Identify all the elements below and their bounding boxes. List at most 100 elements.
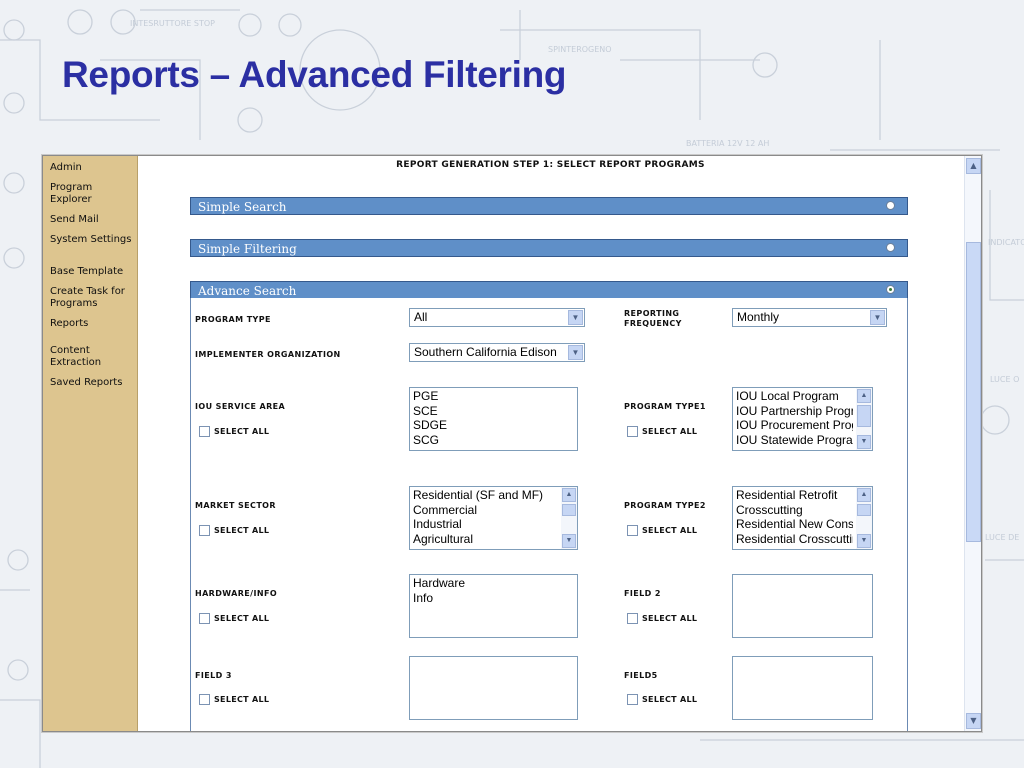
market-sector-label: MARKET SECTOR <box>195 501 276 510</box>
program-type1-label: PROGRAM TYPE1 <box>624 402 706 411</box>
program-type2-listbox[interactable]: Residential Retrofit Crosscutting Reside… <box>732 486 873 550</box>
list-item[interactable]: IOU Statewide Progra <box>736 433 853 448</box>
section-label: Advance Search <box>198 284 297 298</box>
arrow-down-icon[interactable]: ▼ <box>857 534 871 548</box>
list-item[interactable]: Industrial <box>413 517 558 532</box>
arrow-down-icon[interactable]: ▼ <box>857 435 871 449</box>
reporting-frequency-select[interactable]: Monthly ▼ <box>732 308 887 327</box>
list-item[interactable]: Hardware <box>413 576 574 591</box>
sidebar-item-admin[interactable]: Admin <box>50 162 136 174</box>
implementer-organization-label: IMPLEMENTER ORGANIZATION <box>195 350 341 359</box>
svg-text:INDICATO: INDICATO <box>988 238 1024 247</box>
select-all-label: SELECT ALL <box>642 695 698 704</box>
arrow-down-icon[interactable]: ▼ <box>966 713 981 729</box>
hardware-info-label: HARDWARE/INFO <box>195 589 278 598</box>
page-scrollbar[interactable]: ▲ ▼ <box>964 156 981 731</box>
field2-select-all[interactable]: SELECT ALL <box>627 613 697 624</box>
scroll-thumb[interactable] <box>857 504 871 516</box>
chevron-down-icon[interactable]: ▼ <box>568 345 583 360</box>
hardware-info-listbox[interactable]: Hardware Info <box>409 574 578 638</box>
checkbox[interactable] <box>199 613 210 624</box>
sidebar-item-system-settings[interactable]: System Settings <box>50 234 136 246</box>
sidebar-item-send-mail[interactable]: Send Mail <box>50 214 136 226</box>
field2-label: FIELD 2 <box>624 589 661 598</box>
svg-text:INTESRUTTORE STOP: INTESRUTTORE STOP <box>130 19 215 28</box>
arrow-up-icon[interactable]: ▲ <box>562 488 576 502</box>
scroll-thumb[interactable] <box>857 405 871 427</box>
select-all-label: SELECT ALL <box>214 614 270 623</box>
list-item[interactable]: SCG <box>413 433 574 448</box>
slide-title: Reports – Advanced Filtering <box>62 54 567 95</box>
field5-listbox[interactable] <box>732 656 873 720</box>
select-all-label: SELECT ALL <box>642 614 698 623</box>
list-item[interactable]: Residential New Cons <box>736 517 853 532</box>
field3-listbox[interactable] <box>409 656 578 720</box>
list-item[interactable]: Crosscutting <box>736 503 853 518</box>
iou-service-area-select-all[interactable]: SELECT ALL <box>199 426 269 437</box>
svg-text:SPINTEROGENO: SPINTEROGENO <box>548 45 612 54</box>
section-advance-search[interactable]: Advance Search <box>190 281 908 299</box>
section-simple-search[interactable]: Simple Search <box>190 197 908 215</box>
arrow-up-icon[interactable]: ▲ <box>857 389 871 403</box>
section-label: Simple Filtering <box>198 242 297 256</box>
checkbox[interactable] <box>627 613 638 624</box>
list-item[interactable]: Residential (SF and MF) <box>413 488 558 503</box>
program-type1-select-all[interactable]: SELECT ALL <box>627 426 697 437</box>
field2-listbox[interactable] <box>732 574 873 638</box>
sidebar-item-reports[interactable]: Reports <box>50 318 136 330</box>
arrow-up-icon[interactable]: ▲ <box>966 158 981 174</box>
sidebar-item-base-template[interactable]: Base Template <box>50 266 136 278</box>
simple-filtering-radio[interactable] <box>886 243 895 252</box>
listbox-scrollbar[interactable]: ▲ ▼ <box>561 487 577 549</box>
chevron-down-icon[interactable]: ▼ <box>870 310 885 325</box>
field3-select-all[interactable]: SELECT ALL <box>199 694 269 705</box>
arrow-up-icon[interactable]: ▲ <box>857 488 871 502</box>
market-sector-select-all[interactable]: SELECT ALL <box>199 525 269 536</box>
list-item[interactable]: Agricultural <box>413 532 558 547</box>
sidebar-item-create-task[interactable]: Create Task for Programs <box>50 286 136 310</box>
list-item[interactable]: IOU Partnership Progr <box>736 404 853 419</box>
market-sector-listbox[interactable]: Residential (SF and MF) Commercial Indus… <box>409 486 578 550</box>
checkbox[interactable] <box>199 525 210 536</box>
scroll-thumb[interactable] <box>562 504 576 516</box>
field5-label: FIELD5 <box>624 671 658 680</box>
hardware-info-select-all[interactable]: SELECT ALL <box>199 613 269 624</box>
select-all-label: SELECT ALL <box>642 526 698 535</box>
program-type-select[interactable]: All ▼ <box>409 308 585 327</box>
program-type-label: PROGRAM TYPE <box>195 315 271 324</box>
scroll-thumb[interactable] <box>966 242 981 542</box>
list-item[interactable]: Residential Crosscuttin <box>736 532 853 547</box>
program-type1-listbox[interactable]: IOU Local Program IOU Partnership Progr … <box>732 387 873 451</box>
sidebar-nav: Admin Program Explorer Send Mail System … <box>43 156 138 731</box>
list-item[interactable]: SCE <box>413 404 574 419</box>
implementer-organization-select[interactable]: Southern California Edison ▼ <box>409 343 585 362</box>
listbox-scrollbar[interactable]: ▲ ▼ <box>856 388 872 450</box>
field5-select-all[interactable]: SELECT ALL <box>627 694 697 705</box>
sidebar-item-program-explorer[interactable]: Program Explorer <box>50 182 136 206</box>
checkbox[interactable] <box>627 694 638 705</box>
section-simple-filtering[interactable]: Simple Filtering <box>190 239 908 257</box>
list-item[interactable]: Info <box>413 591 574 606</box>
checkbox[interactable] <box>199 694 210 705</box>
simple-search-radio[interactable] <box>886 201 895 210</box>
program-type2-select-all[interactable]: SELECT ALL <box>627 525 697 536</box>
list-item[interactable]: Commercial <box>413 503 558 518</box>
list-item[interactable]: SDGE <box>413 418 574 433</box>
arrow-down-icon[interactable]: ▼ <box>562 534 576 548</box>
list-item[interactable]: PGE <box>413 389 574 404</box>
list-item[interactable]: IOU Procurement Prog <box>736 418 853 433</box>
list-item[interactable]: IOU Local Program <box>736 389 853 404</box>
main-content: REPORT GENERATION STEP 1: SELECT REPORT … <box>138 156 963 731</box>
iou-service-area-listbox[interactable]: PGE SCE SDGE SCG <box>409 387 578 451</box>
list-item[interactable]: Residential Retrofit <box>736 488 853 503</box>
svg-text:BATTERIA 12V 12 AH: BATTERIA 12V 12 AH <box>686 139 769 148</box>
checkbox[interactable] <box>627 525 638 536</box>
chevron-down-icon[interactable]: ▼ <box>568 310 583 325</box>
section-label: Simple Search <box>198 200 287 214</box>
checkbox[interactable] <box>199 426 210 437</box>
sidebar-item-content-extraction[interactable]: Content Extraction <box>50 345 136 369</box>
advance-search-radio[interactable] <box>886 285 895 294</box>
checkbox[interactable] <box>627 426 638 437</box>
listbox-scrollbar[interactable]: ▲ ▼ <box>856 487 872 549</box>
sidebar-item-saved-reports[interactable]: Saved Reports <box>50 377 136 389</box>
